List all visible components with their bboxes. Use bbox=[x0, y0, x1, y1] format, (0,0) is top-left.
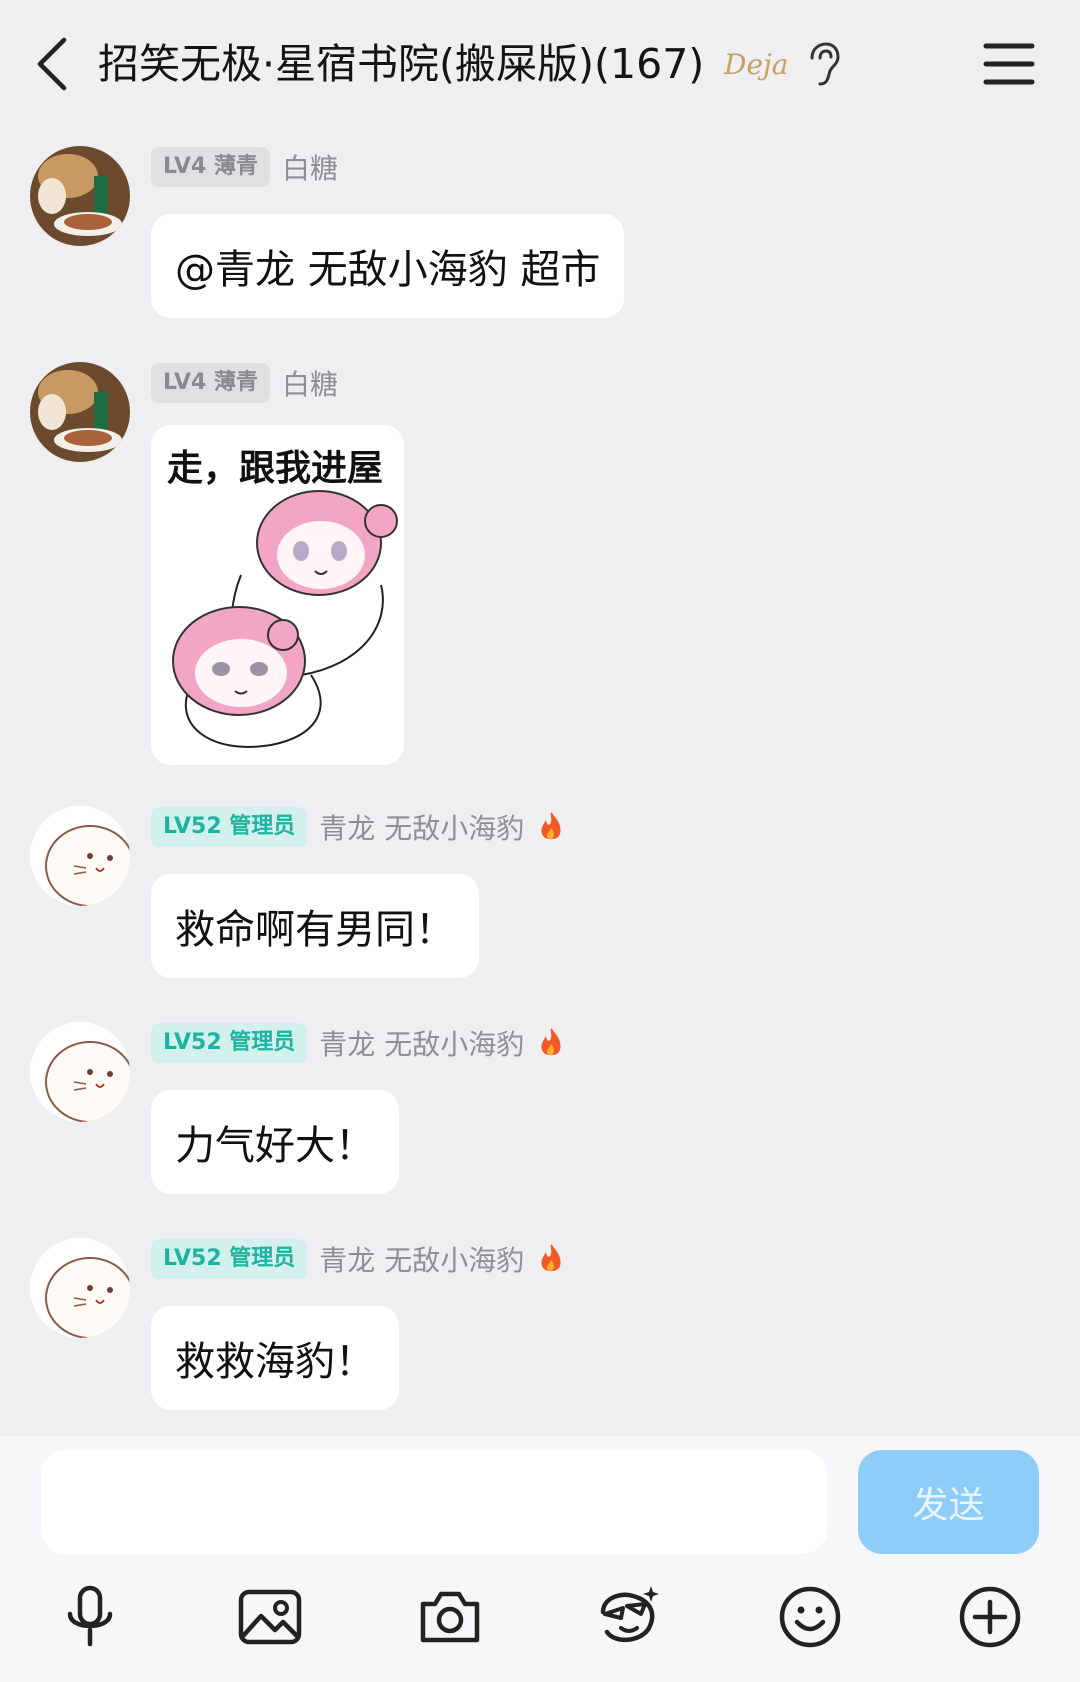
deja-logo: Deja bbox=[724, 48, 789, 81]
sticker-icon[interactable] bbox=[593, 1582, 663, 1652]
back-arrow-icon[interactable] bbox=[30, 32, 80, 96]
sender-name[interactable]: 青龙 无敌小海豹 bbox=[319, 1023, 524, 1063]
image-icon[interactable] bbox=[235, 1582, 305, 1652]
ear-icon[interactable] bbox=[804, 42, 844, 88]
dog-avatar-image bbox=[30, 146, 130, 246]
seal-avatar[interactable] bbox=[30, 1238, 130, 1338]
flame-icon bbox=[541, 1028, 561, 1056]
seal-avatar-image bbox=[30, 1022, 130, 1122]
sticker-caption: 走，跟我进屋 bbox=[167, 448, 384, 489]
sender-name[interactable]: 白糖 bbox=[282, 363, 338, 403]
message-bubble[interactable]: 救命啊有男同！ bbox=[151, 874, 479, 978]
composer-area: 发送 bbox=[0, 1436, 1080, 1682]
sender-name[interactable]: 白糖 bbox=[282, 147, 338, 187]
dog-avatar[interactable] bbox=[30, 362, 130, 462]
message-input[interactable] bbox=[41, 1450, 827, 1554]
microphone-icon[interactable] bbox=[55, 1582, 125, 1652]
flame-icon bbox=[541, 1244, 561, 1272]
level-badge: LV4 薄青 bbox=[151, 147, 270, 187]
message-bubble[interactable]: 力气好大！ bbox=[151, 1090, 399, 1194]
dog-avatar-image bbox=[30, 362, 130, 462]
level-badge: LV4 薄青 bbox=[151, 363, 270, 403]
send-button[interactable]: 发送 bbox=[858, 1450, 1039, 1554]
emoji-icon[interactable] bbox=[775, 1582, 845, 1652]
chat-header: 招笑无极·星宿书院(搬屎版)(167) Deja bbox=[0, 0, 1080, 120]
message-bubble[interactable]: @青龙 无敌小海豹 超市 bbox=[151, 214, 625, 318]
sticker-image[interactable]: 走，跟我进屋 bbox=[151, 425, 404, 765]
admin-badge: LV52 管理员 bbox=[151, 1239, 308, 1279]
seal-avatar[interactable] bbox=[30, 1022, 130, 1122]
camera-icon[interactable] bbox=[415, 1582, 485, 1652]
message-bubble[interactable]: 救救海豹！ bbox=[151, 1306, 399, 1410]
dog-avatar[interactable] bbox=[30, 146, 130, 246]
group-title[interactable]: 招笑无极·星宿书院(搬屎版)(167) bbox=[98, 36, 704, 92]
admin-badge: LV52 管理员 bbox=[151, 1023, 308, 1063]
menu-icon[interactable] bbox=[982, 40, 1036, 88]
sender-name[interactable]: 青龙 无敌小海豹 bbox=[319, 1239, 524, 1279]
seal-avatar-image bbox=[30, 1238, 130, 1338]
sender-name[interactable]: 青龙 无敌小海豹 bbox=[319, 807, 524, 847]
seal-avatar-image bbox=[30, 806, 130, 906]
plus-icon[interactable] bbox=[955, 1582, 1025, 1652]
seal-avatar[interactable] bbox=[30, 806, 130, 906]
flame-icon bbox=[541, 812, 561, 840]
admin-badge: LV52 管理员 bbox=[151, 807, 308, 847]
